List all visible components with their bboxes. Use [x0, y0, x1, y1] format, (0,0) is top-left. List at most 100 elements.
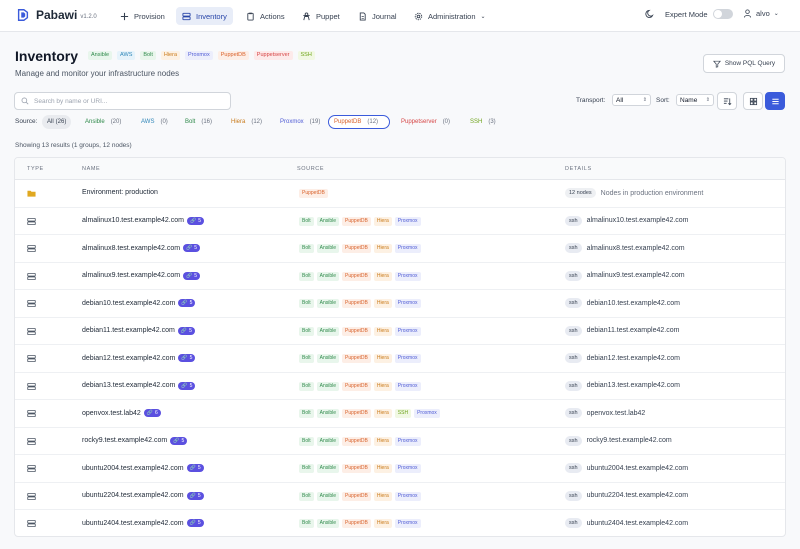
node-name[interactable]: rocky9.test.example42.com: [82, 437, 167, 444]
source-chip-bolt[interactable]: Bolt (16): [180, 115, 217, 129]
node-name[interactable]: ubuntu2204.test.example42.com: [82, 492, 184, 499]
linked-sources-badge[interactable]: 🔗 5: [170, 436, 188, 445]
source-cell: Bolt Ansible PuppetDB Hiera Proxmox: [299, 354, 424, 363]
linked-sources-badge[interactable]: 🔗 5: [178, 354, 196, 362]
node-name-cell[interactable]: Environment: production: [82, 189, 158, 196]
linked-sources-badge[interactable]: 🔗 5: [178, 299, 196, 307]
table-row[interactable]: ubuntu2404.test.example42.com 🔗 5 Bolt Ansib…: [15, 510, 785, 536]
linked-sources-badge[interactable]: 🔗 5: [186, 519, 204, 527]
table-row[interactable]: debian10.test.example42.com 🔗 5 Bolt Ansible…: [15, 290, 785, 318]
table-row[interactable]: ubuntu2004.test.example42.com 🔗 5 Bolt Ansib…: [15, 455, 785, 483]
node-name-cell[interactable]: debian12.test.example42.com 🔗 5: [82, 354, 196, 362]
column-header-details[interactable]: DETAILS: [565, 166, 592, 172]
nav-administration[interactable]: Administration ⌄: [408, 7, 492, 25]
linked-sources-badge[interactable]: 🔗 5: [186, 491, 204, 500]
table-row[interactable]: almalinux9.test.example42.com 🔗 5 Bolt Ansib…: [15, 263, 785, 290]
table-row[interactable]: debian12.test.example42.com 🔗 5 Bolt Ansible…: [15, 345, 785, 373]
transport-badge: ssh: [565, 215, 582, 226]
source-chip-aws[interactable]: AWS (0): [136, 115, 173, 129]
source-tag: Ansible: [316, 436, 340, 446]
list-view-button[interactable]: [765, 92, 785, 110]
nav-actions[interactable]: Actions: [240, 7, 291, 25]
node-name-cell[interactable]: ubuntu2204.test.example42.com 🔗 5: [82, 491, 204, 500]
expert-mode[interactable]: Expert Mode: [665, 9, 733, 19]
puppet-icon: [303, 11, 310, 20]
linked-sources-badge[interactable]: 🔗 5: [177, 326, 195, 335]
node-name[interactable]: debian11.test.example42.com: [82, 327, 175, 334]
table-row[interactable]: almalinux10.test.example42.com 🔗 5 Bolt Ansi…: [15, 208, 785, 235]
table-row[interactable]: ubuntu2204.test.example42.com 🔗 5 Bolt Ansib…: [15, 483, 785, 510]
source-chip-hiera[interactable]: Hiera (12): [226, 115, 267, 129]
node-name[interactable]: debian10.test.example42.com: [82, 300, 175, 307]
grid-view-button[interactable]: [743, 92, 763, 110]
sort-direction-button[interactable]: [717, 92, 737, 110]
node-name-cell[interactable]: debian13.test.example42.com 🔗 5: [82, 381, 196, 390]
linked-sources-badge[interactable]: 🔗 5: [186, 464, 204, 472]
nav-journal[interactable]: Journal: [352, 7, 403, 25]
node-name[interactable]: ubuntu2404.test.example42.com: [82, 520, 184, 527]
source-tag: Ansible: [316, 491, 340, 501]
node-name[interactable]: ubuntu2004.test.example42.com: [82, 465, 184, 472]
source-tag: PuppetDB: [342, 326, 371, 336]
node-name-cell[interactable]: almalinux8.test.example42.com 🔗 5: [82, 244, 201, 252]
transport-badge: ssh: [565, 380, 582, 391]
source-chip-ssh[interactable]: SSH (3): [465, 115, 501, 129]
node-name[interactable]: almalinux9.test.example42.com: [82, 272, 180, 279]
user-menu[interactable]: alvo ⌄: [743, 9, 779, 18]
linked-sources-badge[interactable]: 🔗 5: [183, 271, 201, 280]
details-cell: 12 nodes Nodes in production environment: [565, 188, 703, 198]
source-chip-ansible[interactable]: Ansible (20): [80, 115, 126, 129]
brand[interactable]: Pabawi v1.2.0: [16, 8, 97, 22]
details-text: almalinux8.test.example42.com: [586, 244, 685, 252]
node-name-cell[interactable]: almalinux10.test.example42.com 🔗 5: [82, 216, 204, 225]
show-pql-query-button[interactable]: Show PQL Query: [703, 54, 785, 73]
node-name-cell[interactable]: debian11.test.example42.com 🔗 5: [82, 326, 195, 335]
linked-sources-badge[interactable]: 🔗 5: [183, 244, 201, 252]
linked-sources-badge[interactable]: 🔗 6: [143, 409, 161, 417]
transport-select[interactable]: All ⇕: [612, 94, 651, 106]
link-icon: 🔗: [186, 272, 193, 279]
link-icon: 🔗: [146, 410, 153, 416]
details-text: openvox.test.lab42: [586, 409, 646, 417]
expert-mode-toggle[interactable]: [712, 9, 733, 19]
column-header-source[interactable]: SOURCE: [297, 166, 324, 172]
node-name-cell[interactable]: ubuntu2404.test.example42.com 🔗 5: [82, 519, 204, 527]
source-chip-puppetdb[interactable]: PuppetDB (12): [328, 115, 390, 129]
node-name-cell[interactable]: ubuntu2004.test.example42.com 🔗 5: [82, 464, 204, 472]
theme-toggle[interactable]: [645, 9, 655, 19]
nav-inventory[interactable]: Inventory: [176, 7, 233, 25]
search-box[interactable]: [14, 92, 231, 110]
source-tag: Hiera: [373, 271, 392, 281]
node-name[interactable]: debian12.test.example42.com: [82, 355, 175, 362]
node-name[interactable]: almalinux8.test.example42.com: [82, 245, 180, 252]
node-name[interactable]: debian13.test.example42.com: [82, 382, 175, 389]
table-row[interactable]: almalinux8.test.example42.com 🔗 5 Bolt Ansib…: [15, 235, 785, 263]
node-name-cell[interactable]: openvox.test.lab42 🔗 6: [82, 409, 161, 417]
linked-sources-badge[interactable]: 🔗 5: [186, 216, 204, 225]
node-name-cell[interactable]: almalinux9.test.example42.com 🔗 5: [82, 271, 201, 280]
source-tag: Bolt: [299, 409, 314, 418]
table-row[interactable]: debian13.test.example42.com 🔗 5 Bolt Ansible…: [15, 373, 785, 400]
source-chip-proxmox[interactable]: Proxmox (19): [275, 115, 325, 129]
source-chip-all[interactable]: All (26): [42, 115, 72, 129]
source-tag: Bolt: [299, 491, 314, 501]
sort-select[interactable]: Name ⇕: [676, 94, 714, 106]
node-name[interactable]: Environment: production: [82, 189, 158, 196]
column-header-type[interactable]: TYPE: [27, 166, 44, 172]
node-name-cell[interactable]: rocky9.test.example42.com 🔗 5: [82, 436, 188, 445]
source-chip-puppetserver[interactable]: Puppetserver (0): [396, 115, 455, 129]
table-row[interactable]: debian11.test.example42.com 🔗 5 Bolt Ansible…: [15, 318, 785, 345]
table-row[interactable]: openvox.test.lab42 🔗 6 Bolt Ansible PuppetDB H…: [15, 400, 785, 428]
list-icon: [771, 98, 779, 104]
nav-puppet[interactable]: Puppet: [296, 7, 346, 25]
node-name[interactable]: almalinux10.test.example42.com: [82, 217, 184, 224]
node-name-cell[interactable]: debian10.test.example42.com 🔗 5: [82, 299, 196, 307]
node-name[interactable]: openvox.test.lab42: [82, 410, 141, 417]
table-row[interactable]: rocky9.test.example42.com 🔗 5 Bolt Ansible Pu…: [15, 428, 785, 455]
nav-provision[interactable]: Provision: [114, 7, 171, 25]
linked-sources-badge[interactable]: 🔗 5: [178, 381, 196, 390]
search-input[interactable]: [34, 97, 214, 105]
source-tag: PuppetDB: [342, 491, 371, 501]
table-row[interactable]: Environment: production PuppetDB 12 nodes N…: [15, 180, 785, 208]
column-header-name[interactable]: NAME: [82, 166, 100, 172]
